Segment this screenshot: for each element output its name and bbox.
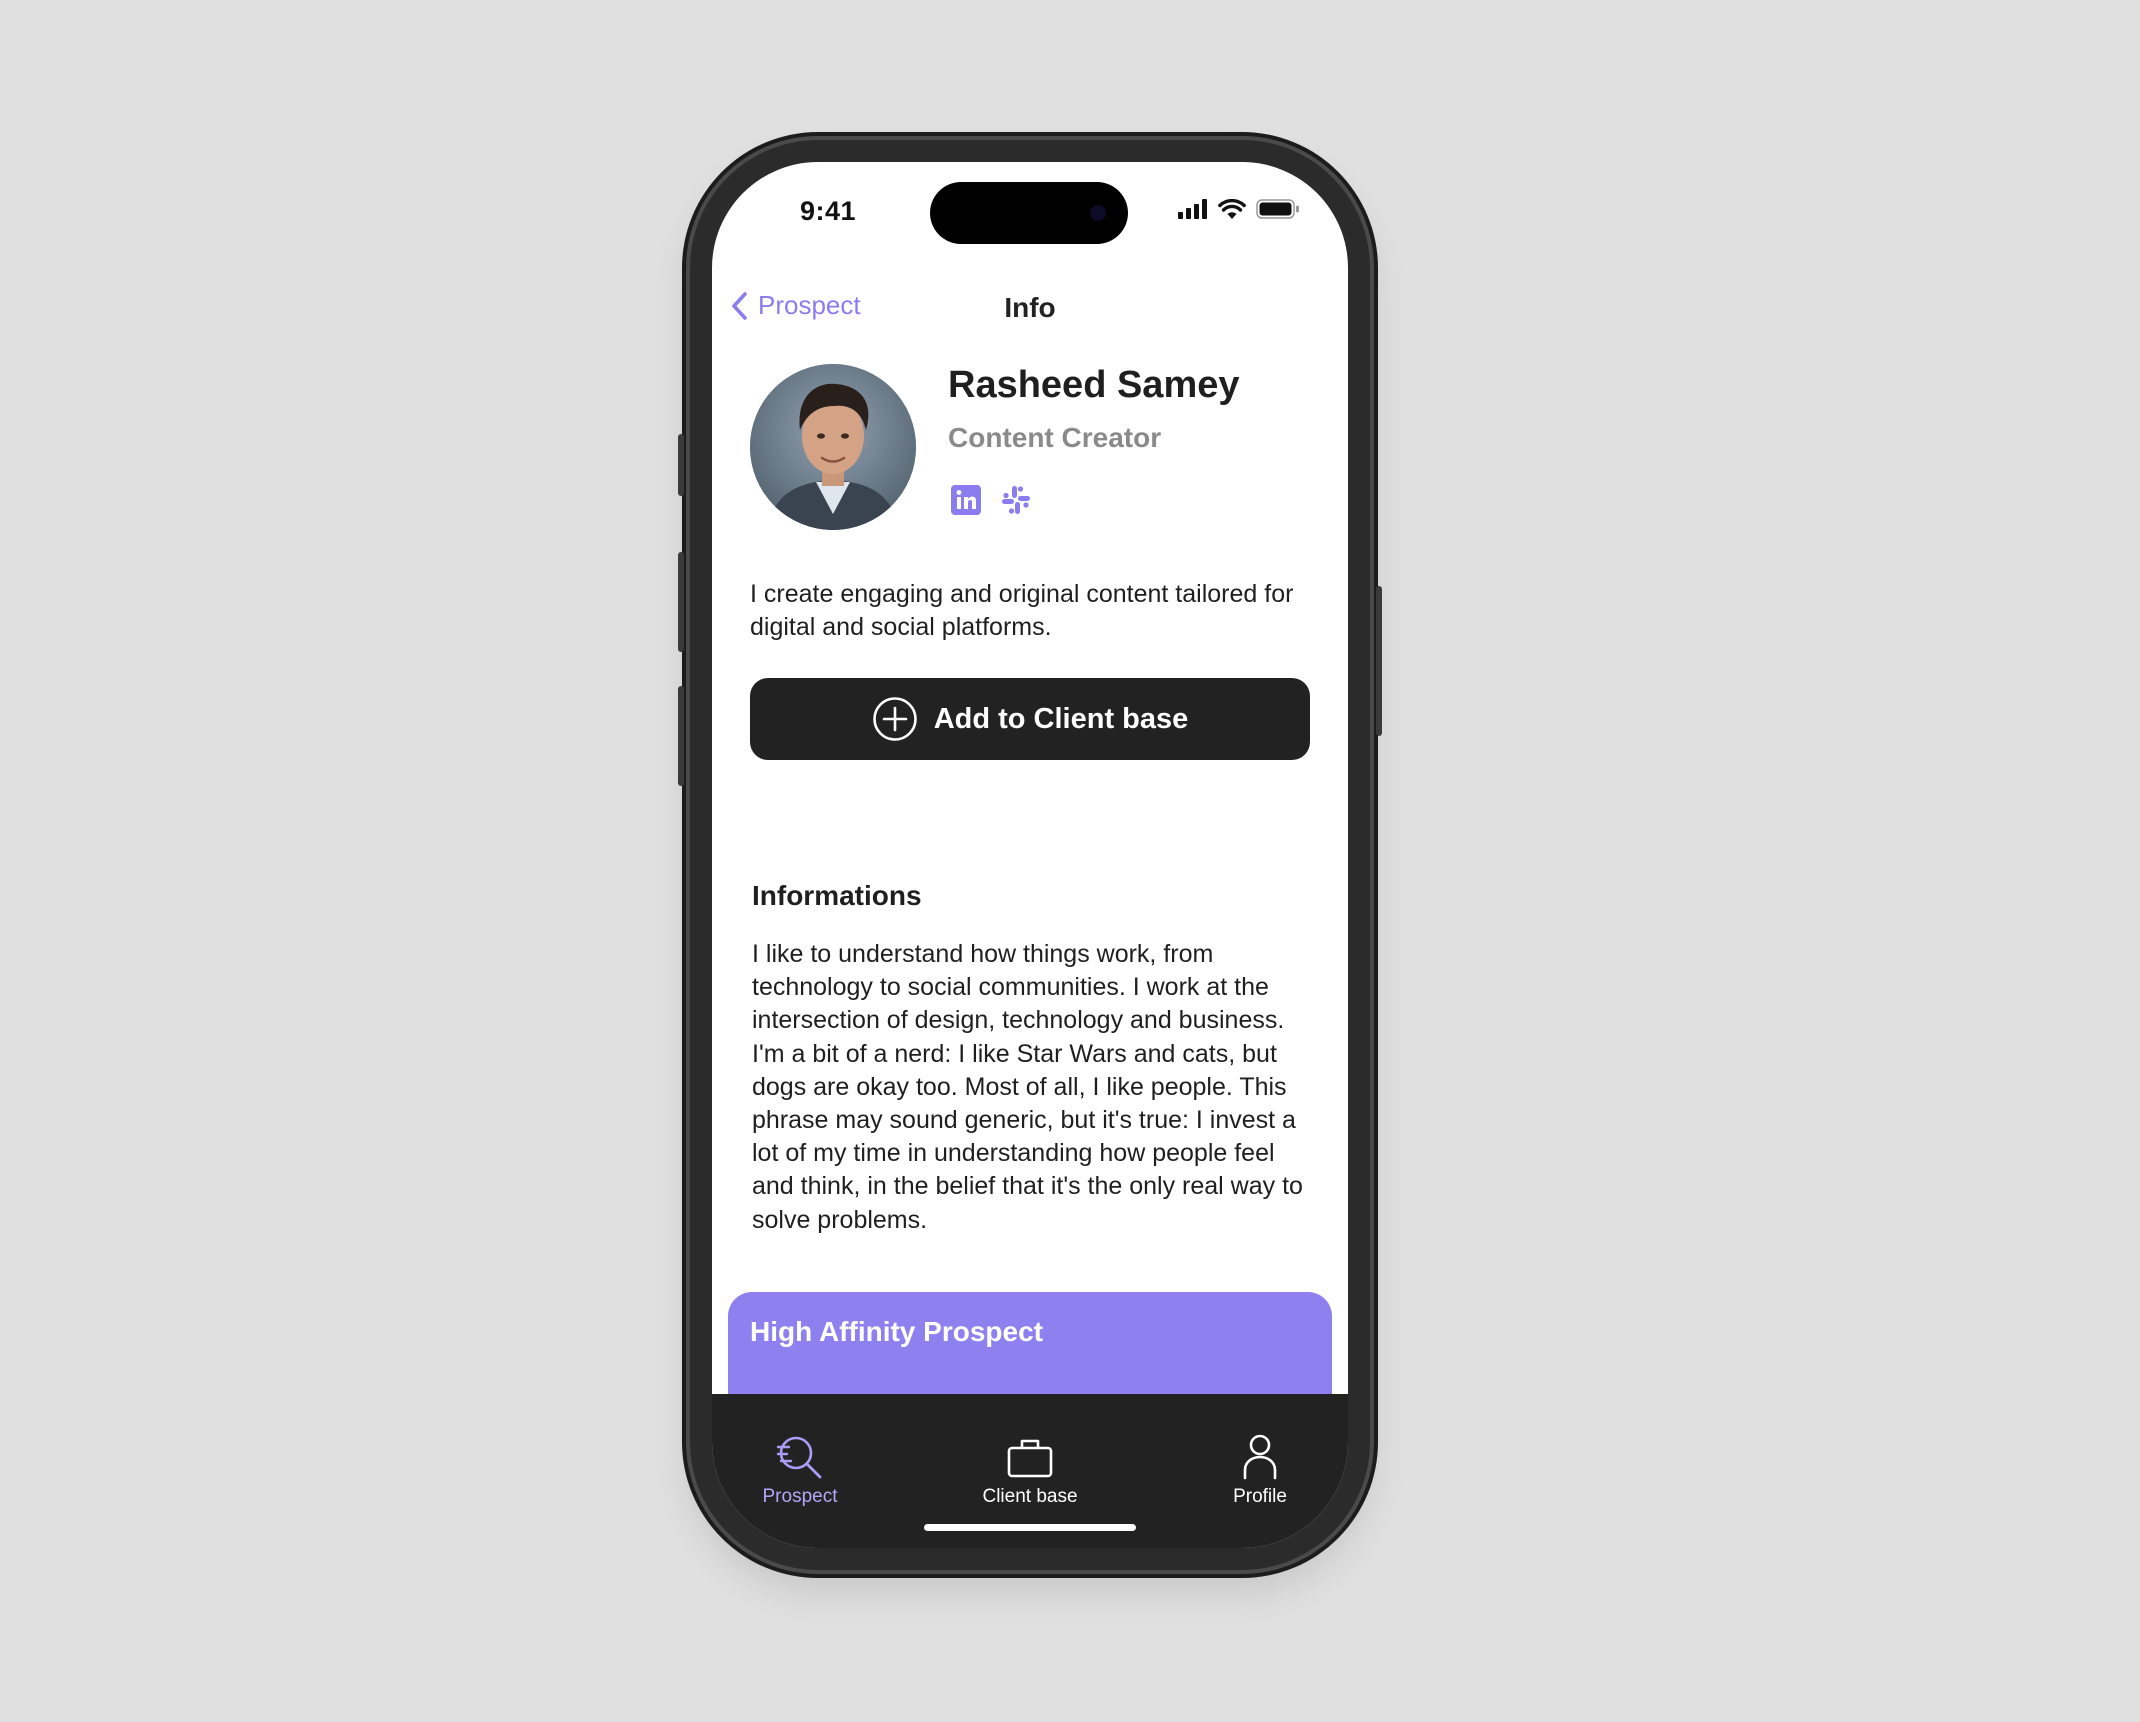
wifi-icon [1218,198,1246,219]
profile-bio: I create engaging and original content t… [750,580,1294,641]
plus-circle-icon [872,697,917,741]
power-button [1376,586,1382,736]
cellular-signal-icon [1178,198,1207,219]
person-icon [1243,1434,1277,1480]
linkedin-icon[interactable] [950,484,982,516]
tab-prospect[interactable]: Prospect [760,1432,840,1508]
status-time: 9:41 [800,196,857,226]
action-button [678,434,684,496]
page-title: Info [1004,292,1056,323]
tab-prospect-label: Prospect [762,1486,838,1507]
home-indicator[interactable] [924,1524,1136,1531]
affinity-title: High Affinity Prospect [750,1316,1043,1347]
volume-up-button [678,552,684,652]
add-button-label: Add to Client base [933,702,1189,735]
prospect-search-icon [776,1436,822,1479]
app-screen: 9:41 Prospect Info Rasheed Samey Content… [712,162,1348,1548]
front-camera [1090,205,1106,221]
briefcase-icon [1007,1439,1053,1478]
volume-down-button [678,686,684,786]
avatar [750,364,916,530]
battery-icon [1256,198,1299,219]
slack-icon[interactable] [1000,484,1032,516]
tab-client-base-label: Client base [982,1486,1078,1507]
tab-client-base[interactable]: Client base [980,1432,1080,1508]
tab-profile[interactable]: Profile [1220,1432,1300,1508]
profile-role: Content Creator [948,422,1162,453]
status-icons [1178,198,1300,219]
profile-name: Rasheed Samey [948,364,1240,406]
add-to-client-base-button[interactable]: Add to Client base [750,678,1310,760]
social-links [950,484,1032,516]
dynamic-island [930,182,1128,244]
informations-heading: Informations [752,880,922,911]
tab-profile-label: Profile [1233,1486,1287,1507]
informations-text: I like to understand how things work, fr… [752,940,1303,1234]
avatar-photo [750,364,916,530]
phone-frame: 9:41 Prospect Info Rasheed Samey Content… [678,140,1382,1570]
